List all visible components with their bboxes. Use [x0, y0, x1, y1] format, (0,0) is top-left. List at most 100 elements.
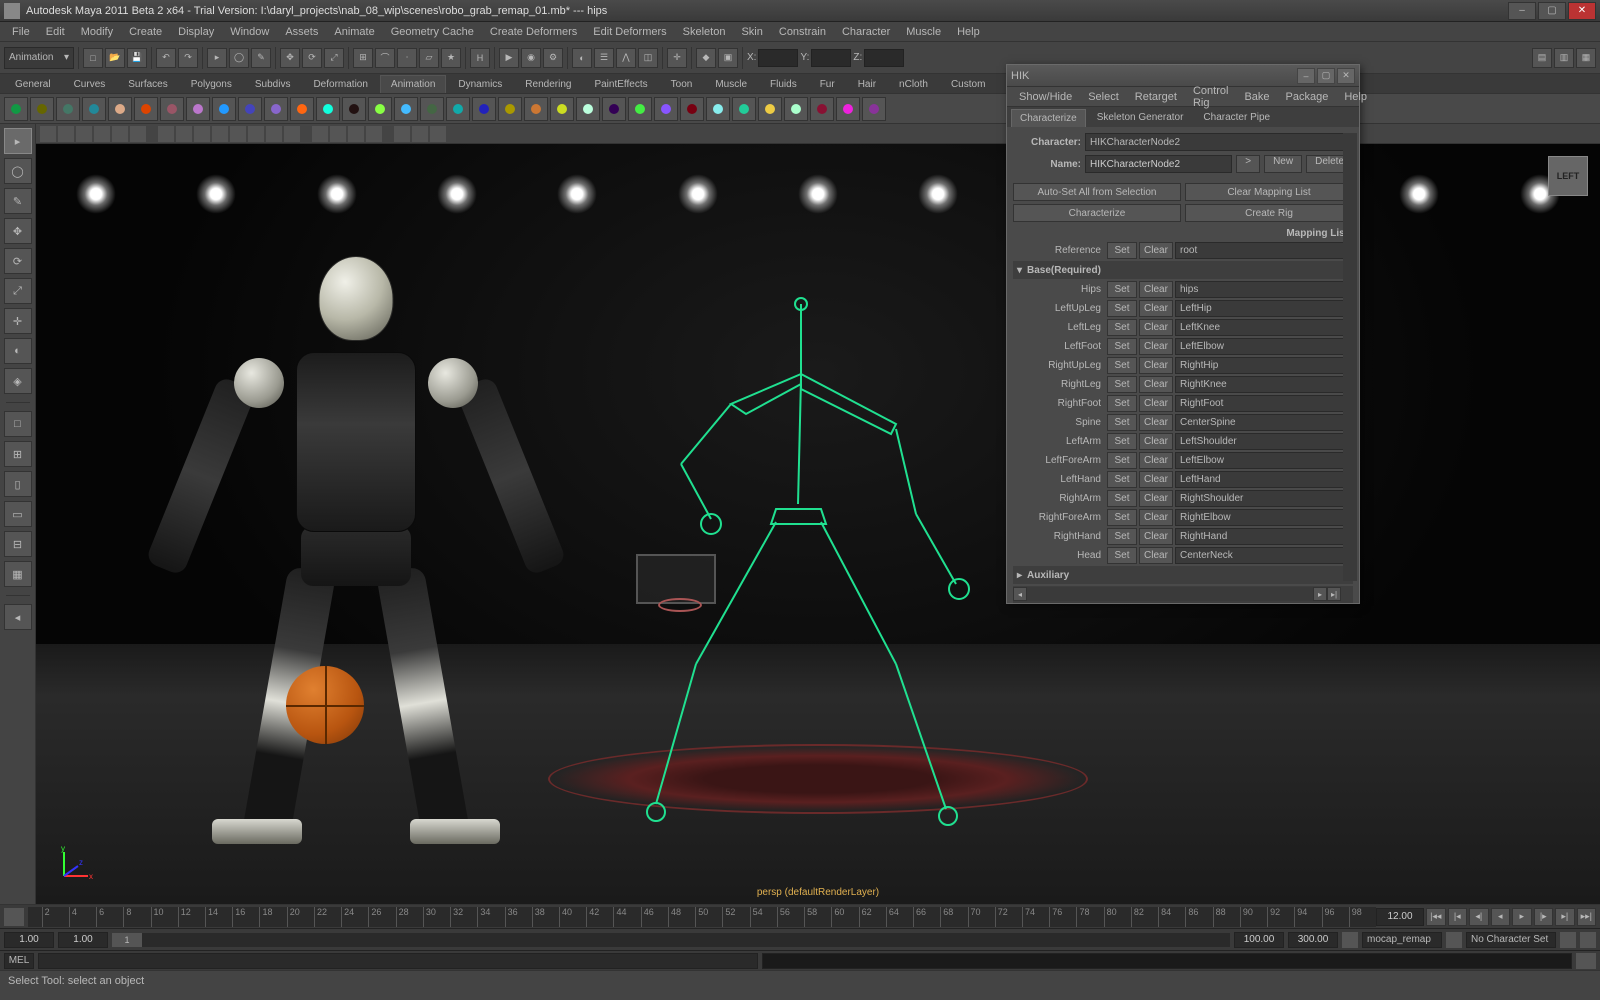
map-clear-button[interactable]: Clear — [1139, 490, 1173, 507]
single-pane-icon[interactable]: □ — [4, 411, 32, 437]
sculpt-icon[interactable] — [368, 97, 392, 121]
add-attr-icon[interactable] — [238, 97, 262, 121]
map-value[interactable]: LeftKnee — [1175, 319, 1353, 336]
move-tool[interactable]: ✥ — [4, 218, 32, 244]
dope-sheet-icon[interactable] — [680, 97, 704, 121]
map-clear-button[interactable]: Clear — [1139, 300, 1173, 317]
map-clear-button[interactable]: Clear — [1139, 319, 1173, 336]
mode-dropdown[interactable]: Animation▾ — [4, 47, 74, 69]
cmd-lang-dropdown[interactable]: MEL — [4, 953, 34, 969]
vp-image-plane-icon[interactable] — [430, 126, 446, 142]
show-manip-tool[interactable]: ◈ — [4, 368, 32, 394]
hik-close-button[interactable]: ✕ — [1337, 68, 1355, 84]
range-track[interactable]: 1 — [112, 933, 1230, 947]
wire-icon[interactable] — [342, 97, 366, 121]
map-clear-button[interactable]: Clear — [1139, 376, 1173, 393]
map-value[interactable]: RightKnee — [1175, 376, 1353, 393]
name-input[interactable] — [1085, 155, 1232, 173]
map-value[interactable]: LeftHip — [1175, 300, 1353, 317]
shelf-tab-polygons[interactable]: Polygons — [180, 75, 243, 93]
anim-start-input[interactable] — [4, 932, 54, 948]
menu-edit[interactable]: Edit — [38, 24, 73, 40]
map-set-button[interactable]: Set — [1107, 471, 1137, 488]
open-scene-icon[interactable]: 📂 — [105, 48, 125, 68]
view-cube[interactable]: LEFT — [1548, 156, 1588, 196]
manip-tool[interactable]: ✛ — [4, 308, 32, 334]
hik-menu-showhide[interactable]: Show/Hide — [1011, 89, 1080, 105]
render-settings-icon[interactable]: ⚙ — [543, 48, 563, 68]
select-tool[interactable]: ▸ — [4, 128, 32, 154]
shelf-tab-dynamics[interactable]: Dynamics — [447, 75, 513, 93]
map-clear-button[interactable]: Clear — [1139, 547, 1173, 564]
map-set-button[interactable]: Set — [1107, 376, 1137, 393]
map-value[interactable]: LeftElbow — [1175, 338, 1353, 355]
map-value[interactable]: RightElbow — [1175, 509, 1353, 526]
playback-start-input[interactable] — [58, 932, 108, 948]
viewport[interactable]: LEFT x y z persp (defaultRenderLayer) — [36, 144, 1600, 904]
hscroll-left-icon[interactable]: ◂ — [1013, 587, 1027, 601]
scale-tool[interactable]: ⤢ — [4, 278, 32, 304]
ipr-icon[interactable]: ◉ — [521, 48, 541, 68]
select-icon[interactable]: ▸ — [207, 48, 227, 68]
hik-tab-characterize[interactable]: Characterize — [1011, 109, 1086, 127]
motion-path-icon[interactable] — [732, 97, 756, 121]
custom-pane-icon[interactable]: ▦ — [4, 561, 32, 587]
map-set-button[interactable]: Set — [1107, 547, 1137, 564]
map-clear-button[interactable]: Clear — [1139, 452, 1173, 469]
hik-tab-skeleton-generator[interactable]: Skeleton Generator — [1088, 108, 1193, 127]
go-start-button[interactable]: |◂◂ — [1426, 908, 1446, 926]
scale-icon[interactable]: ⤢ — [324, 48, 344, 68]
scale-constraint-icon[interactable] — [524, 97, 548, 121]
menu-edit-deformers[interactable]: Edit Deformers — [585, 24, 674, 40]
bake-icon[interactable] — [758, 97, 782, 121]
hik-source-icon[interactable] — [810, 97, 834, 121]
map-clear-button[interactable]: Clear — [1139, 433, 1173, 450]
vp-xray-icon[interactable] — [284, 126, 300, 142]
section-base[interactable]: ▾Base(Required) — [1013, 261, 1353, 279]
object-icon[interactable]: ▣ — [718, 48, 738, 68]
vp-res-gate-icon[interactable] — [348, 126, 364, 142]
close-button[interactable]: ✕ — [1568, 2, 1596, 20]
trax-icon[interactable] — [654, 97, 678, 121]
vp-shadows-icon[interactable] — [248, 126, 264, 142]
two-v-pane-icon[interactable]: ▯ — [4, 471, 32, 497]
menu-create[interactable]: Create — [121, 24, 170, 40]
new-button[interactable]: New — [1264, 155, 1302, 173]
map-clear-button[interactable]: Clear — [1139, 528, 1173, 545]
aim-constraint-icon[interactable] — [550, 97, 574, 121]
map-clear-button[interactable]: Clear — [1139, 414, 1173, 431]
vp-smooth-icon[interactable] — [194, 126, 210, 142]
anim-layer-icon[interactable] — [1342, 932, 1358, 948]
three-pane-icon[interactable]: ⊟ — [4, 531, 32, 557]
tool-settings-icon[interactable]: ▥ — [1554, 48, 1574, 68]
y-input[interactable] — [811, 49, 851, 67]
playback-end-input[interactable] — [1234, 932, 1284, 948]
minimize-button[interactable]: – — [1508, 2, 1536, 20]
shelf-tab-muscle[interactable]: Muscle — [704, 75, 758, 93]
last-tool[interactable]: ◂ — [4, 604, 32, 630]
menu-character[interactable]: Character — [834, 24, 898, 40]
vp-panels-icon[interactable] — [130, 126, 146, 142]
map-value[interactable]: RightShoulder — [1175, 490, 1353, 507]
vp-iso-icon[interactable] — [158, 126, 174, 142]
autokey-icon[interactable] — [4, 908, 24, 926]
go-end-button[interactable]: ▸▸| — [1577, 908, 1597, 926]
anim-layer-dropdown[interactable]: mocap_remap — [1362, 932, 1442, 948]
menu-modify[interactable]: Modify — [73, 24, 121, 40]
cluster-icon[interactable] — [316, 97, 340, 121]
four-pane-icon[interactable]: ⊞ — [4, 441, 32, 467]
clip-icon[interactable] — [628, 97, 652, 121]
hik-menu-help[interactable]: Help — [1336, 89, 1375, 105]
map-clear-button[interactable]: Clear — [1139, 509, 1173, 526]
map-clear-button[interactable]: Clear — [1139, 357, 1173, 374]
menu-skeleton[interactable]: Skeleton — [675, 24, 734, 40]
map-value[interactable]: RightFoot — [1175, 395, 1353, 412]
map-set-button[interactable]: Set — [1107, 452, 1137, 469]
map-set-button[interactable]: Set — [1107, 300, 1137, 317]
hik-menu-controlrig[interactable]: Control Rig — [1185, 83, 1236, 111]
prev-key-button[interactable]: ◂| — [1469, 908, 1489, 926]
current-time-input[interactable] — [1376, 908, 1424, 926]
map-value[interactable]: CenterNeck — [1175, 547, 1353, 564]
shelf-tab-ncloth[interactable]: nCloth — [888, 75, 939, 93]
name-go-button[interactable]: > — [1236, 155, 1260, 173]
